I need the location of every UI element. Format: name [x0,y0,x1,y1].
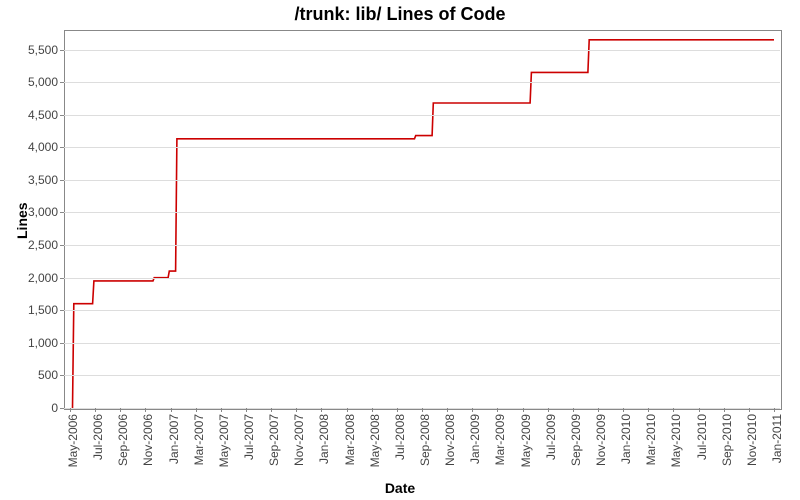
x-tick-label: Mar-2007 [192,414,206,465]
y-gridline [64,50,780,51]
y-tick-mark [60,180,64,181]
x-tick-mark [447,408,448,412]
x-tick-label: Sep-2007 [267,414,281,466]
x-tick-mark [70,408,71,412]
y-gridline [64,147,780,148]
x-tick-mark [397,408,398,412]
x-tick-mark [673,408,674,412]
x-tick-mark [246,408,247,412]
x-tick-mark [472,408,473,412]
y-gridline [64,278,780,279]
x-tick-label: Mar-2008 [343,414,357,465]
y-tick-mark [60,82,64,83]
x-tick-mark [573,408,574,412]
y-gridline [64,212,780,213]
x-tick-label: Sep-2006 [116,414,130,466]
x-tick-mark [171,408,172,412]
x-tick-label: Mar-2010 [644,414,658,465]
x-tick-mark [699,408,700,412]
x-tick-label: Jan-2010 [619,414,633,464]
x-tick-mark [774,408,775,412]
x-tick-label: May-2009 [519,414,533,467]
series-line [73,40,775,408]
y-tick-mark [60,278,64,279]
x-tick-mark [422,408,423,412]
x-tick-mark [623,408,624,412]
y-tick-label: 5,000 [20,75,58,89]
y-tick-label: 3,000 [20,205,58,219]
y-gridline [64,245,780,246]
y-tick-label: 0 [20,401,58,415]
x-tick-label: Jan-2011 [770,414,784,463]
x-tick-label: Jul-2009 [544,414,558,460]
x-tick-mark [196,408,197,412]
x-tick-mark [95,408,96,412]
x-tick-mark [296,408,297,412]
x-tick-label: Jul-2007 [242,414,256,460]
chart-title: /trunk: lib/ Lines of Code [0,4,800,25]
x-axis-label: Date [0,480,800,496]
x-tick-mark [749,408,750,412]
y-gridline [64,343,780,344]
x-tick-label: Nov-2008 [443,414,457,466]
y-gridline [64,115,780,116]
y-tick-label: 4,500 [20,108,58,122]
line-layer [64,30,780,408]
y-tick-label: 2,000 [20,271,58,285]
x-tick-label: May-2008 [368,414,382,467]
x-tick-mark [648,408,649,412]
y-tick-label: 500 [20,368,58,382]
y-tick-label: 1,000 [20,336,58,350]
x-tick-label: May-2006 [66,414,80,467]
x-tick-label: Sep-2009 [569,414,583,466]
x-tick-label: Nov-2009 [594,414,608,466]
y-tick-mark [60,245,64,246]
y-tick-mark [60,115,64,116]
x-tick-label: May-2007 [217,414,231,467]
y-gridline [64,82,780,83]
y-tick-mark [60,212,64,213]
y-tick-mark [60,408,64,409]
y-tick-mark [60,375,64,376]
y-tick-mark [60,50,64,51]
x-tick-label: Sep-2010 [720,414,734,466]
x-tick-mark [221,408,222,412]
x-tick-mark [497,408,498,412]
x-tick-mark [548,408,549,412]
y-tick-label: 4,000 [20,140,58,154]
x-tick-label: May-2010 [669,414,683,467]
y-tick-mark [60,343,64,344]
y-tick-label: 3,500 [20,173,58,187]
y-tick-mark [60,310,64,311]
x-tick-label: Jul-2010 [695,414,709,460]
x-tick-label: Jan-2007 [167,414,181,464]
x-tick-mark [372,408,373,412]
x-tick-label: Jan-2009 [468,414,482,464]
y-tick-label: 5,500 [20,43,58,57]
x-tick-mark [598,408,599,412]
x-tick-label: Jul-2008 [393,414,407,460]
x-tick-mark [145,408,146,412]
x-tick-mark [724,408,725,412]
x-tick-mark [321,408,322,412]
y-gridline [64,180,780,181]
x-tick-mark [271,408,272,412]
y-gridline [64,375,780,376]
x-tick-label: Nov-2006 [141,414,155,466]
x-tick-label: Sep-2008 [418,414,432,466]
y-tick-label: 1,500 [20,303,58,317]
x-tick-label: Nov-2007 [292,414,306,466]
y-tick-label: 2,500 [20,238,58,252]
x-tick-mark [347,408,348,412]
x-tick-label: Nov-2010 [745,414,759,466]
x-tick-label: Mar-2009 [493,414,507,465]
x-tick-mark [120,408,121,412]
x-tick-mark [523,408,524,412]
y-tick-mark [60,147,64,148]
y-gridline [64,310,780,311]
x-tick-label: Jan-2008 [317,414,331,464]
chart-container: /trunk: lib/ Lines of Code Lines Date 05… [0,0,800,500]
x-tick-label: Jul-2006 [91,414,105,460]
